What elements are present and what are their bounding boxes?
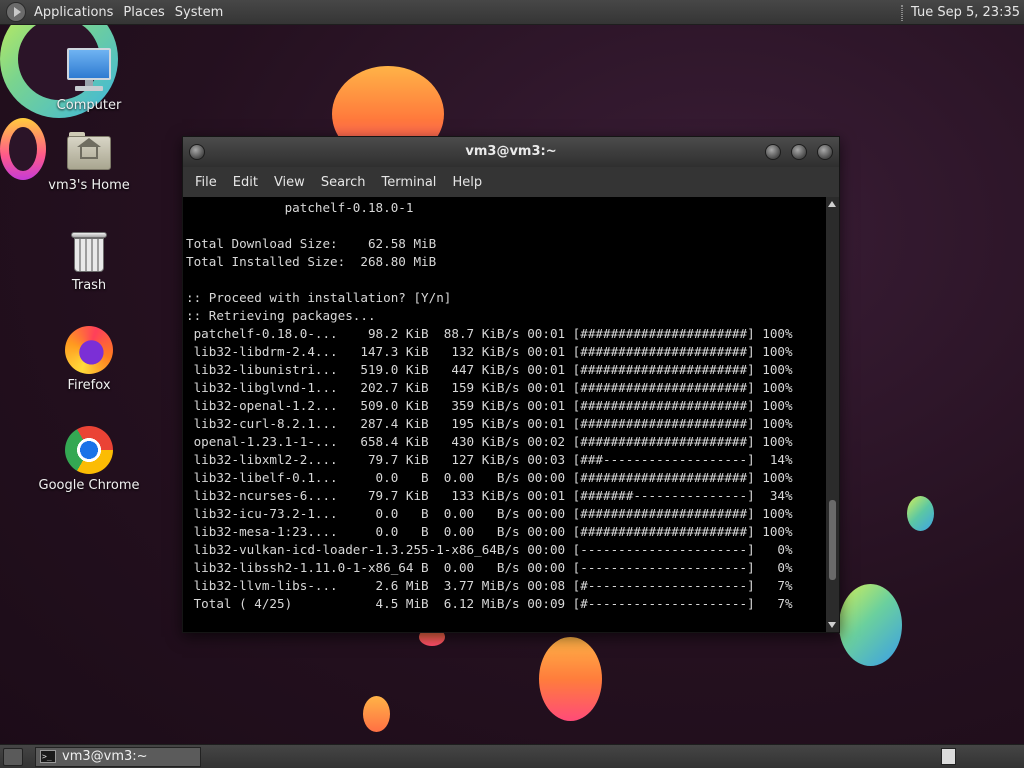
wallpaper-blob bbox=[539, 637, 602, 721]
terminal-line: Total ( 4/25) 4.5 MiB 6.12 MiB/s 00:09 [… bbox=[186, 596, 793, 611]
close-button[interactable] bbox=[817, 144, 833, 160]
window-menu-button[interactable] bbox=[189, 144, 205, 160]
wallpaper-blob bbox=[839, 584, 902, 666]
workspace-switcher[interactable] bbox=[941, 748, 956, 765]
terminal-scrollbar[interactable] bbox=[826, 197, 839, 632]
terminal-line: lib32-libglvnd-1... 202.7 KiB 159 KiB/s … bbox=[186, 380, 793, 395]
maximize-button[interactable] bbox=[791, 144, 807, 160]
terminal-line: patchelf-0.18.0-1 bbox=[186, 200, 414, 215]
top-panel: Applications Places System Tue Sep 5, 23… bbox=[0, 0, 1024, 25]
terminal-line: lib32-vulkan-icd-loader-1.3.255-1-x86_64… bbox=[186, 542, 793, 557]
terminal-icon: >_ bbox=[40, 750, 56, 763]
minimize-button[interactable] bbox=[765, 144, 781, 160]
menu-terminal[interactable]: Terminal bbox=[373, 175, 444, 190]
terminal-line: :: Retrieving packages... bbox=[186, 308, 376, 323]
firefox-icon bbox=[65, 326, 113, 374]
scroll-thumb[interactable] bbox=[829, 500, 836, 580]
wallpaper-blob bbox=[363, 696, 390, 732]
home-folder-icon bbox=[65, 130, 113, 174]
terminal-line: lib32-mesa-1:23.... 0.0 B 0.00 B/s 00:00… bbox=[186, 524, 793, 539]
menu-edit[interactable]: Edit bbox=[225, 175, 266, 190]
menu-search[interactable]: Search bbox=[313, 175, 374, 190]
trash-icon bbox=[69, 230, 109, 274]
scroll-up-arrow-icon[interactable] bbox=[828, 201, 836, 207]
terminal-line: :: Proceed with installation? [Y/n] bbox=[186, 290, 452, 305]
taskbar-label: vm3@vm3:~ bbox=[62, 749, 148, 764]
terminal-line: lib32-curl-8.2.1... 287.4 KiB 195 KiB/s … bbox=[186, 416, 793, 431]
terminal-line: lib32-ncurses-6.... 79.7 KiB 133 KiB/s 0… bbox=[186, 488, 793, 503]
desktop-icon-firefox[interactable]: Firefox bbox=[24, 326, 154, 393]
terminal-line: lib32-libxml2-2.... 79.7 KiB 127 KiB/s 0… bbox=[186, 452, 793, 467]
terminal-menubar: File Edit View Search Terminal Help bbox=[183, 167, 839, 197]
system-menu[interactable]: System bbox=[173, 5, 231, 20]
terminal-window: vm3@vm3:~ File Edit View Search Terminal… bbox=[182, 136, 840, 633]
panel-separator bbox=[901, 4, 904, 21]
scroll-track[interactable] bbox=[829, 211, 836, 619]
terminal-output[interactable]: patchelf-0.18.0-1 Total Download Size: 6… bbox=[183, 197, 826, 632]
panel-tray: Tue Sep 5, 23:35 bbox=[901, 0, 1020, 25]
terminal-line: patchelf-0.18.0-... 98.2 KiB 88.7 KiB/s … bbox=[186, 326, 793, 341]
window-title: vm3@vm3:~ bbox=[465, 144, 557, 159]
menu-file[interactable]: File bbox=[187, 175, 225, 190]
desktop-icon-computer[interactable]: Computer bbox=[24, 46, 154, 113]
desktop-icon-chrome[interactable]: Google Chrome bbox=[24, 426, 154, 493]
desktop-icon-label: Trash bbox=[71, 278, 107, 293]
applications-menu[interactable]: Applications bbox=[32, 5, 121, 20]
desktop-icon-label: Computer bbox=[56, 98, 122, 113]
show-desktop-button[interactable] bbox=[3, 747, 23, 766]
distro-logo-icon[interactable] bbox=[6, 2, 26, 22]
terminal-line: lib32-llvm-libs-... 2.6 MiB 3.77 MiB/s 0… bbox=[186, 578, 793, 593]
taskbar-terminal-button[interactable]: >_ vm3@vm3:~ bbox=[35, 746, 201, 767]
menu-view[interactable]: View bbox=[266, 175, 313, 190]
desktop-icon-label: Firefox bbox=[67, 378, 111, 393]
desktop-icon-home[interactable]: vm3's Home bbox=[24, 130, 154, 193]
terminal-line: lib32-libelf-0.1... 0.0 B 0.00 B/s 00:00… bbox=[186, 470, 793, 485]
terminal-line: lib32-libssh2-1.11.0-1-x86_64 B 0.00 B/s… bbox=[186, 560, 793, 575]
window-titlebar[interactable]: vm3@vm3:~ bbox=[183, 137, 839, 167]
terminal-line: Total Download Size: 62.58 MiB bbox=[186, 236, 437, 251]
scroll-down-arrow-icon[interactable] bbox=[828, 622, 836, 628]
terminal-line: lib32-icu-73.2-1... 0.0 B 0.00 B/s 00:00… bbox=[186, 506, 793, 521]
clock[interactable]: Tue Sep 5, 23:35 bbox=[911, 5, 1020, 20]
places-menu[interactable]: Places bbox=[121, 5, 172, 20]
terminal-line: Total Installed Size: 268.80 MiB bbox=[186, 254, 437, 269]
terminal-line: lib32-openal-1.2... 509.0 KiB 359 KiB/s … bbox=[186, 398, 793, 413]
computer-icon bbox=[65, 46, 113, 94]
wallpaper-blob bbox=[907, 496, 934, 531]
desktop-icon-trash[interactable]: Trash bbox=[24, 230, 154, 293]
desktop-icon-label: Google Chrome bbox=[38, 478, 140, 493]
bottom-panel: >_ vm3@vm3:~ bbox=[0, 744, 1024, 768]
terminal-line: openal-1.23.1-1-... 658.4 KiB 430 KiB/s … bbox=[186, 434, 793, 449]
terminal-line: lib32-libunistri... 519.0 KiB 447 KiB/s … bbox=[186, 362, 793, 377]
chrome-icon bbox=[65, 426, 113, 474]
menu-help[interactable]: Help bbox=[444, 175, 490, 190]
terminal-line: lib32-libdrm-2.4... 147.3 KiB 132 KiB/s … bbox=[186, 344, 793, 359]
desktop-icon-label: vm3's Home bbox=[48, 178, 130, 193]
